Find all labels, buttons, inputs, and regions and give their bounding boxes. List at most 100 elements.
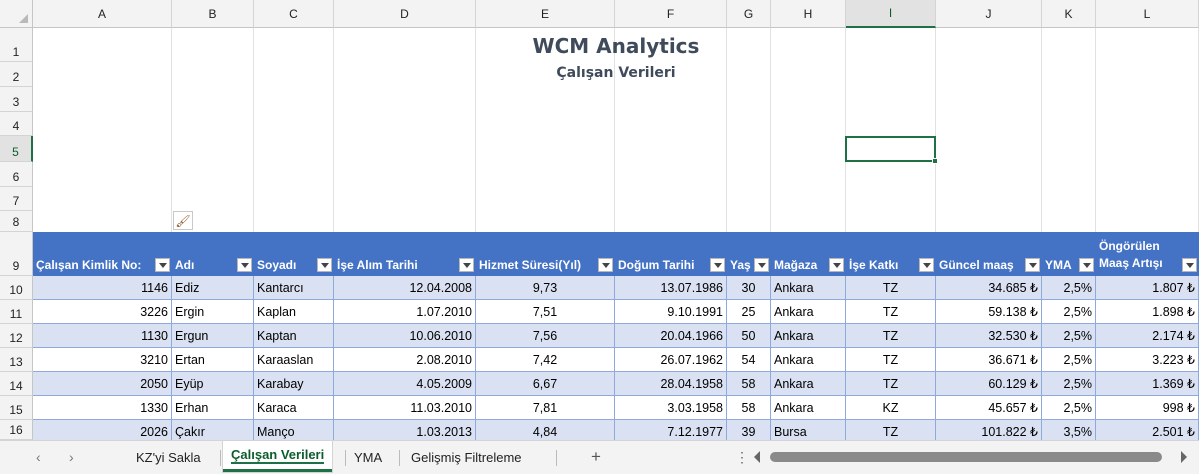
table-row[interactable]: 3210 Ertan Karaaslan 2.08.2010 7,42 26.07.196…: [33, 348, 1199, 372]
table-cell[interactable]: Ankara: [771, 324, 846, 348]
table-cell[interactable]: Karaca: [254, 396, 334, 420]
column-header-g[interactable]: G: [727, 0, 771, 28]
column-header-b[interactable]: B: [172, 0, 254, 28]
table-cell[interactable]: Kantarcı: [254, 276, 334, 300]
table-cell[interactable]: Erhan: [172, 396, 254, 420]
column-header-a[interactable]: A: [33, 0, 172, 28]
more-options-icon[interactable]: ⋮: [727, 441, 757, 473]
table-cell[interactable]: 2.08.2010: [334, 348, 476, 372]
row-header-4[interactable]: 4: [0, 112, 33, 136]
table-cell[interactable]: 998 ₺: [1096, 396, 1199, 420]
table-cell[interactable]: 32.530 ₺: [936, 324, 1042, 348]
table-cell[interactable]: 2,5%: [1042, 324, 1096, 348]
table-cell[interactable]: 7,81: [476, 396, 615, 420]
table-row[interactable]: 2050 Eyüp Karabay 4.05.2009 6,67 28.04.1958 58…: [33, 372, 1199, 396]
tab-calisan-verileri[interactable]: Çalışan Verileri: [223, 441, 333, 472]
table-cell[interactable]: 50: [727, 324, 771, 348]
selected-cell-I5[interactable]: [845, 136, 938, 164]
filter-dropdown-icon[interactable]: [1025, 258, 1040, 272]
column-header-i[interactable]: I: [846, 0, 936, 28]
table-cell[interactable]: 3.03.1958: [615, 396, 727, 420]
table-cell[interactable]: 36.671 ₺: [936, 348, 1042, 372]
table-cell[interactable]: 13.07.1986: [615, 276, 727, 300]
table-cell[interactable]: 58: [727, 396, 771, 420]
table-cell[interactable]: TZ: [846, 372, 936, 396]
scroll-left-icon[interactable]: [754, 451, 760, 463]
table-cell[interactable]: 59.138 ₺: [936, 300, 1042, 324]
table-cell[interactable]: 20.04.1966: [615, 324, 727, 348]
row-header-7[interactable]: 7: [0, 187, 33, 211]
row-header-5[interactable]: 5: [0, 136, 33, 162]
table-cell[interactable]: 60.129 ₺: [936, 372, 1042, 396]
chevron-left-icon[interactable]: ‹: [36, 449, 41, 465]
table-cell[interactable]: 3226: [33, 300, 172, 324]
table-cell[interactable]: Ankara: [771, 396, 846, 420]
table-cell[interactable]: 9.10.1991: [615, 300, 727, 324]
table-cell[interactable]: TZ: [846, 276, 936, 300]
table-cell[interactable]: 7,42: [476, 348, 615, 372]
filter-dropdown-icon[interactable]: [598, 258, 613, 272]
table-row[interactable]: 1146 Ediz Kantarcı 12.04.2008 9,73 13.07.1986…: [33, 276, 1199, 300]
table-cell[interactable]: KZ: [846, 396, 936, 420]
table-cell[interactable]: 1.898 ₺: [1096, 300, 1199, 324]
table-cell[interactable]: 2.174 ₺: [1096, 324, 1199, 348]
row-header-13[interactable]: 13: [0, 348, 33, 372]
table-cell[interactable]: 1146: [33, 276, 172, 300]
tab-gelismis-filtreleme[interactable]: Gelişmiş Filtreleme: [403, 441, 530, 473]
table-cell[interactable]: 2,5%: [1042, 348, 1096, 372]
tab-kzyi-sakla[interactable]: KZ'yi Sakla: [128, 441, 209, 473]
table-cell[interactable]: 2,5%: [1042, 396, 1096, 420]
column-header-k[interactable]: K: [1042, 0, 1096, 28]
table-cell[interactable]: Ergun: [172, 324, 254, 348]
table-cell[interactable]: 6,67: [476, 372, 615, 396]
filter-dropdown-icon[interactable]: [1182, 258, 1197, 272]
table-cell[interactable]: 34.685 ₺: [936, 276, 1042, 300]
tab-yma[interactable]: YMA: [346, 441, 390, 473]
table-cell[interactable]: 4.05.2009: [334, 372, 476, 396]
table-cell[interactable]: 28.04.1958: [615, 372, 727, 396]
table-cell[interactable]: 26.07.1962: [615, 348, 727, 372]
paintbrush-icon[interactable]: 🖌: [173, 211, 193, 230]
table-cell[interactable]: 1330: [33, 396, 172, 420]
table-cell[interactable]: Ediz: [172, 276, 254, 300]
chevron-right-icon[interactable]: ›: [69, 449, 74, 465]
table-cell[interactable]: 1.807 ₺: [1096, 276, 1199, 300]
row-header-1[interactable]: 1: [0, 28, 33, 62]
table-cell[interactable]: Kaptan: [254, 324, 334, 348]
table-cell[interactable]: 54: [727, 348, 771, 372]
table-row[interactable]: 2026 Çakır Manço 1.03.2013 4,84 7.12.1977 39 Bu…: [33, 420, 1199, 444]
table-cell[interactable]: 12.04.2008: [334, 276, 476, 300]
table-cell[interactable]: Ankara: [771, 348, 846, 372]
table-cell[interactable]: Ertan: [172, 348, 254, 372]
table-cell[interactable]: 2,5%: [1042, 300, 1096, 324]
add-sheet-button[interactable]: +: [583, 441, 609, 473]
table-cell[interactable]: 1.369 ₺: [1096, 372, 1199, 396]
column-header-f[interactable]: F: [615, 0, 727, 28]
table-cell[interactable]: TZ: [846, 348, 936, 372]
table-cell[interactable]: Eyüp: [172, 372, 254, 396]
row-header-12[interactable]: 12: [0, 324, 33, 348]
table-row[interactable]: 3226 Ergin Kaplan 1.07.2010 7,51 9.10.1991 25 A…: [33, 300, 1199, 324]
table-cell[interactable]: 2,5%: [1042, 372, 1096, 396]
table-cell[interactable]: Ergin: [172, 300, 254, 324]
table-cell[interactable]: TZ: [846, 324, 936, 348]
table-cell[interactable]: 10.06.2010: [334, 324, 476, 348]
table-cell[interactable]: TZ: [846, 300, 936, 324]
table-cell[interactable]: 11.03.2010: [334, 396, 476, 420]
table-cell[interactable]: 3210: [33, 348, 172, 372]
table-cell[interactable]: Ankara: [771, 372, 846, 396]
row-header-6[interactable]: 6: [0, 162, 33, 187]
table-cell[interactable]: Ankara: [771, 300, 846, 324]
table-cell[interactable]: 9,73: [476, 276, 615, 300]
table-cell[interactable]: 2,5%: [1042, 276, 1096, 300]
filter-dropdown-icon[interactable]: [919, 258, 934, 272]
row-header-14[interactable]: 14: [0, 372, 33, 396]
row-header-16[interactable]: 16: [0, 420, 33, 440]
table-cell[interactable]: 45.657 ₺: [936, 396, 1042, 420]
column-header-h[interactable]: H: [771, 0, 846, 28]
filter-dropdown-icon[interactable]: [155, 258, 170, 272]
row-header-11[interactable]: 11: [0, 300, 33, 324]
table-cell[interactable]: 7,56: [476, 324, 615, 348]
table-cell[interactable]: 3.223 ₺: [1096, 348, 1199, 372]
table-cell[interactable]: 25: [727, 300, 771, 324]
